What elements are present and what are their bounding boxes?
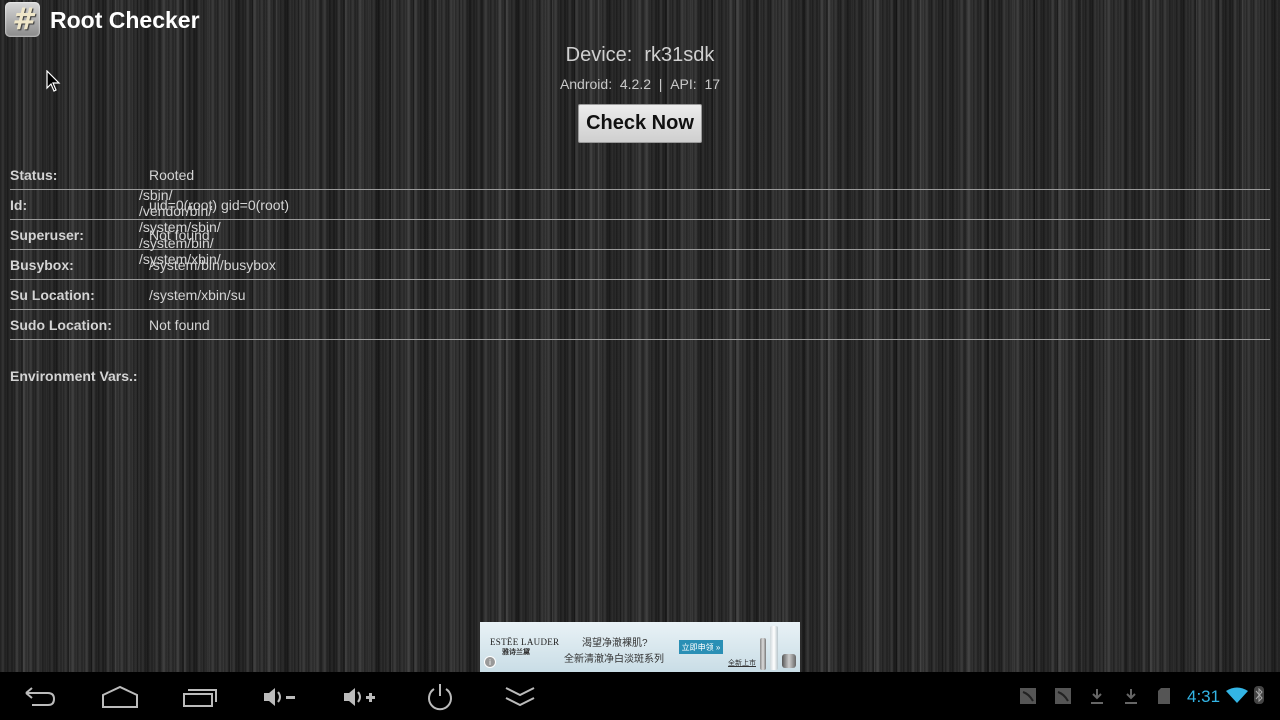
api-label: API:	[670, 76, 697, 92]
info-row-sudo-location: Sudo Location: Not found	[10, 310, 1270, 340]
ad-headline: 渴望净澈裸肌?	[582, 638, 648, 649]
env-path: /sbin/	[139, 187, 173, 203]
row-label: Busybox:	[10, 257, 74, 273]
info-row-su-location: Su Location: /system/xbin/su	[10, 280, 1270, 310]
check-now-button[interactable]: Check Now	[578, 104, 702, 143]
env-path: /system/sbin/	[139, 219, 221, 235]
row-value: /system/xbin/su	[149, 287, 246, 303]
download-icon	[1091, 689, 1103, 704]
product-bottle-image	[760, 638, 766, 670]
notification-leaf-icon	[1055, 688, 1071, 704]
ad-cta-button[interactable]: 立即申领 »	[679, 640, 723, 654]
app-title: Root Checker	[50, 7, 200, 33]
notification-leaf-icon	[1020, 688, 1036, 704]
row-value: Not found	[149, 317, 210, 333]
device-info: Device: rk31sdk	[0, 44, 1280, 67]
env-path: /system/xbin/	[139, 251, 221, 267]
volume-down-button[interactable]	[256, 680, 306, 714]
ad-subline: 全新清澈净白淡斑系列	[564, 654, 664, 665]
bluetooth-icon	[1254, 686, 1264, 704]
product-jar-image	[782, 654, 796, 668]
system-navigation-bar: 4:31	[0, 672, 1280, 720]
ad-new-label: 全新上市	[728, 660, 756, 667]
row-label: Id:	[10, 197, 28, 213]
home-button[interactable]	[95, 680, 145, 714]
separator: |	[658, 76, 663, 92]
android-info: Android: 4.2.2 | API: 17	[0, 76, 1280, 92]
recent-apps-button[interactable]	[175, 680, 225, 714]
api-level: 17	[704, 76, 721, 92]
download-icon	[1125, 689, 1137, 704]
power-button[interactable]	[415, 680, 465, 714]
ad-brand: ESTĒE LAUDER	[490, 637, 560, 647]
env-path: /vendor/bin/	[139, 203, 213, 219]
recent-apps-icon	[183, 689, 217, 707]
android-version: 4.2.2	[619, 76, 652, 92]
power-icon	[428, 684, 452, 711]
android-label: Android:	[559, 76, 613, 92]
volume-up-button[interactable]	[336, 680, 386, 714]
hide-navbar-button[interactable]	[495, 680, 545, 714]
volume-down-icon	[264, 688, 295, 706]
device-label: Device:	[565, 44, 633, 66]
info-row-environment: Environment Vars.:	[10, 340, 1270, 430]
env-path: /system/bin/	[139, 235, 214, 251]
device-name: rk31sdk	[644, 44, 715, 66]
action-bar: # Root Checker	[0, 0, 1280, 40]
wifi-icon	[1226, 687, 1248, 703]
status-clock: 4:31	[1187, 687, 1221, 706]
row-label: Superuser:	[10, 227, 84, 243]
chevron-double-down-icon	[505, 687, 535, 707]
row-value: Rooted	[149, 167, 195, 183]
mouse-cursor-icon	[46, 70, 61, 92]
ad-banner[interactable]: ESTĒE LAUDER 雅诗兰黛 渴望净澈裸肌? 全新清澈净白淡斑系列 立即申…	[480, 622, 800, 672]
row-label: Su Location:	[10, 287, 95, 303]
sd-card-icon	[1158, 688, 1170, 704]
home-icon	[102, 685, 138, 708]
volume-up-icon	[344, 688, 375, 706]
row-label: Environment Vars.:	[10, 368, 138, 384]
row-label: Status:	[10, 167, 58, 183]
ad-brand-cn: 雅诗兰黛	[502, 649, 530, 656]
back-icon	[25, 687, 56, 706]
environment-vars-list: /sbin/ /vendor/bin/ /system/sbin/ /syste…	[139, 187, 221, 267]
ad-info-icon[interactable]: i	[484, 656, 496, 668]
product-bottle-image	[770, 626, 778, 670]
info-row-status: Status: Rooted	[10, 160, 1270, 190]
app-icon[interactable]: #	[5, 2, 40, 37]
row-label: Sudo Location:	[10, 317, 112, 333]
back-button[interactable]	[15, 680, 65, 714]
